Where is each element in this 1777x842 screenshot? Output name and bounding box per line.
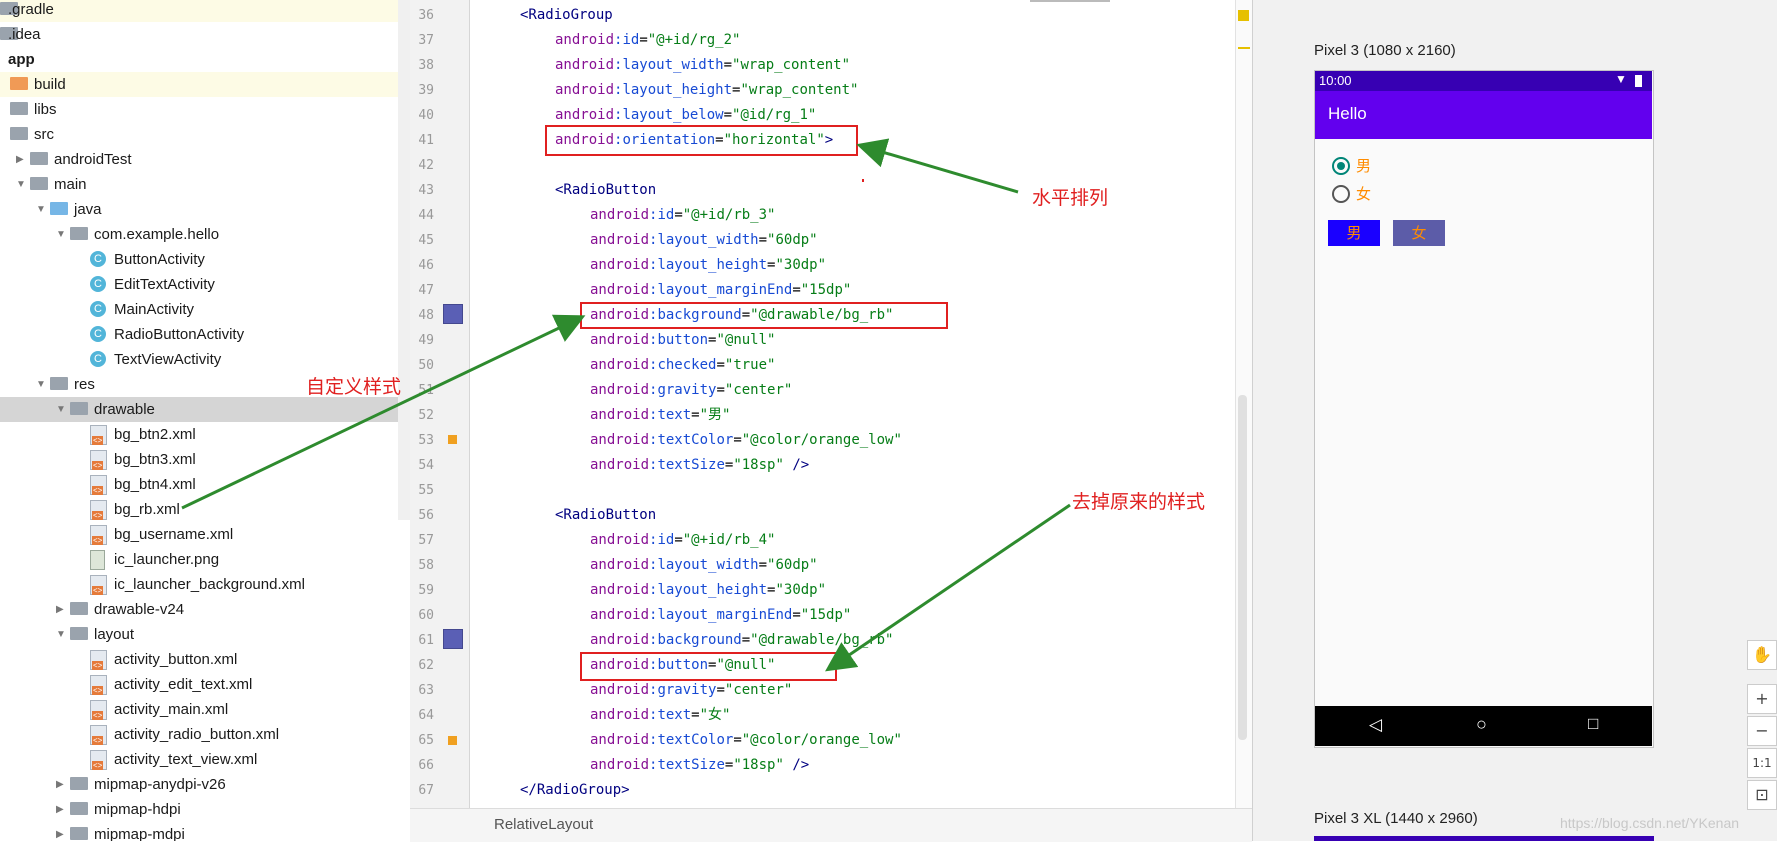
annotation-arrows (181, 138, 1071, 672)
arrow-to-button-null (825, 503, 1071, 672)
arrow-to-background (181, 314, 586, 510)
arrow-to-orientation (856, 138, 1019, 194)
